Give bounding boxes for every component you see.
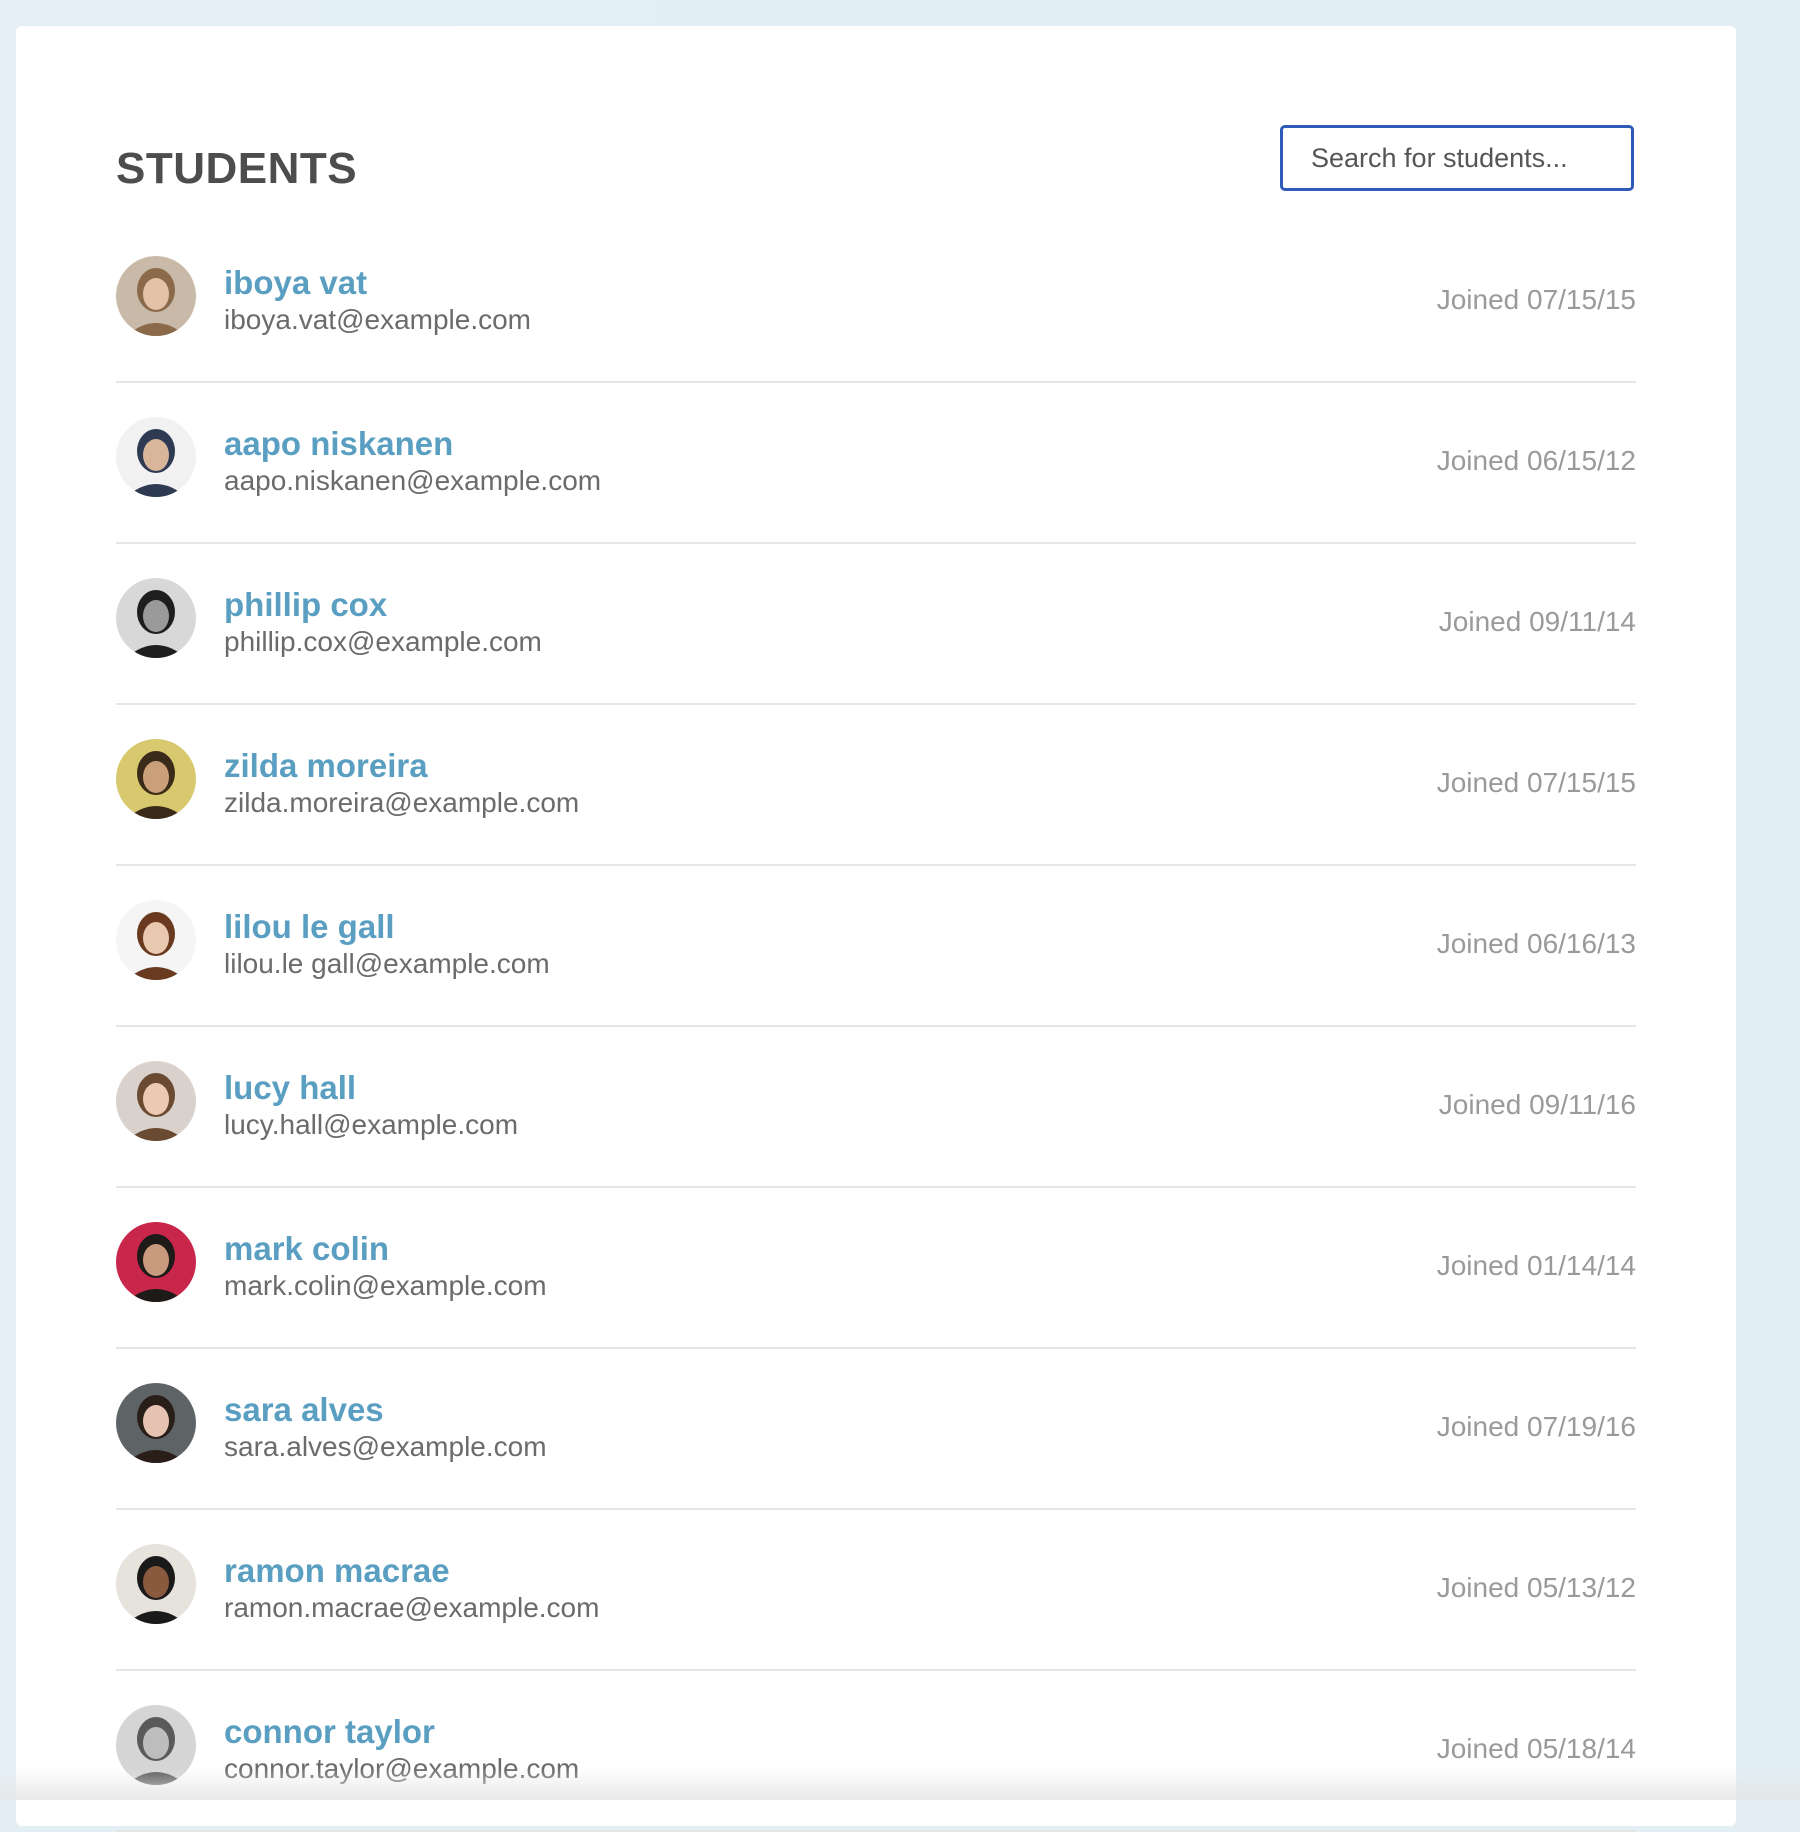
joined-date: Joined 05/18/14 <box>1436 1733 1636 1764</box>
search-input[interactable] <box>1280 125 1634 191</box>
student-email: lilou.le gall@example.com <box>224 948 550 979</box>
avatar[interactable] <box>116 256 196 336</box>
student-row: connor taylor connor.taylor@example.com … <box>116 1671 1636 1832</box>
student-row: sara alves sara.alves@example.com Joined… <box>116 1349 1636 1510</box>
student-email: aapo.niskanen@example.com <box>224 465 602 496</box>
joined-date: Joined 07/15/15 <box>1436 767 1636 798</box>
student-name-link[interactable]: lucy hall <box>224 1069 356 1107</box>
students-card: STUDENTS iboya vat iboya.vat@example.com… <box>16 26 1736 1832</box>
avatar[interactable] <box>116 1222 196 1302</box>
avatar[interactable] <box>116 900 196 980</box>
avatar[interactable] <box>116 417 196 497</box>
student-email: iboya.vat@example.com <box>224 304 532 335</box>
student-row: lilou le gall lilou.le gall@example.com … <box>116 866 1636 1027</box>
student-list: iboya vat iboya.vat@example.com Joined 0… <box>116 222 1636 1832</box>
student-row: mark colin mark.colin@example.com Joined… <box>116 1188 1636 1349</box>
student-name-link[interactable]: connor taylor <box>224 1713 435 1751</box>
avatar-image <box>116 900 196 980</box>
student-email: mark.colin@example.com <box>224 1270 547 1301</box>
student-name-link[interactable]: sara alves <box>224 1391 384 1429</box>
student-name-link[interactable]: lilou le gall <box>224 908 395 946</box>
student-name-link[interactable]: iboya vat <box>224 264 367 302</box>
joined-date: Joined 07/19/16 <box>1436 1411 1636 1442</box>
student-name-link[interactable]: mark colin <box>224 1230 389 1268</box>
student-row: aapo niskanen aapo.niskanen@example.com … <box>116 383 1636 544</box>
bottom-edge-shadow <box>0 1768 1800 1800</box>
joined-date: Joined 05/13/12 <box>1436 1572 1636 1603</box>
joined-date: Joined 09/11/16 <box>1438 1089 1636 1120</box>
student-row: lucy hall lucy.hall@example.com Joined 0… <box>116 1027 1636 1188</box>
student-name-link[interactable]: zilda moreira <box>224 747 428 785</box>
student-name-link[interactable]: ramon macrae <box>224 1552 450 1590</box>
avatar[interactable] <box>116 739 196 819</box>
student-email: lucy.hall@example.com <box>224 1109 519 1140</box>
student-email: zilda.moreira@example.com <box>224 787 580 818</box>
student-name-link[interactable]: aapo niskanen <box>224 425 453 463</box>
student-email: ramon.macrae@example.com <box>224 1592 600 1623</box>
page-title: STUDENTS <box>116 144 358 193</box>
avatar[interactable] <box>116 1061 196 1141</box>
student-row: phillip cox phillip.cox@example.com Join… <box>116 544 1636 705</box>
avatar-image <box>116 1383 196 1463</box>
student-row: iboya vat iboya.vat@example.com Joined 0… <box>116 222 1636 383</box>
joined-date: Joined 09/11/14 <box>1438 606 1636 637</box>
joined-date: Joined 06/15/12 <box>1436 445 1636 476</box>
student-name-link[interactable]: phillip cox <box>224 586 387 624</box>
avatar[interactable] <box>116 1383 196 1463</box>
avatar-image <box>116 417 196 497</box>
avatar[interactable] <box>116 578 196 658</box>
student-email: phillip.cox@example.com <box>224 626 542 657</box>
joined-date: Joined 07/15/15 <box>1436 284 1636 315</box>
avatar-image <box>116 578 196 658</box>
avatar-image <box>116 1222 196 1302</box>
student-row: zilda moreira zilda.moreira@example.com … <box>116 705 1636 866</box>
avatar-image <box>116 256 196 336</box>
student-row: ramon macrae ramon.macrae@example.com Jo… <box>116 1510 1636 1671</box>
avatar-image <box>116 1061 196 1141</box>
joined-date: Joined 01/14/14 <box>1436 1250 1636 1281</box>
joined-date: Joined 06/16/13 <box>1436 928 1636 959</box>
avatar[interactable] <box>116 1544 196 1624</box>
student-email: sara.alves@example.com <box>224 1431 547 1462</box>
avatar-image <box>116 1544 196 1624</box>
avatar-image <box>116 739 196 819</box>
